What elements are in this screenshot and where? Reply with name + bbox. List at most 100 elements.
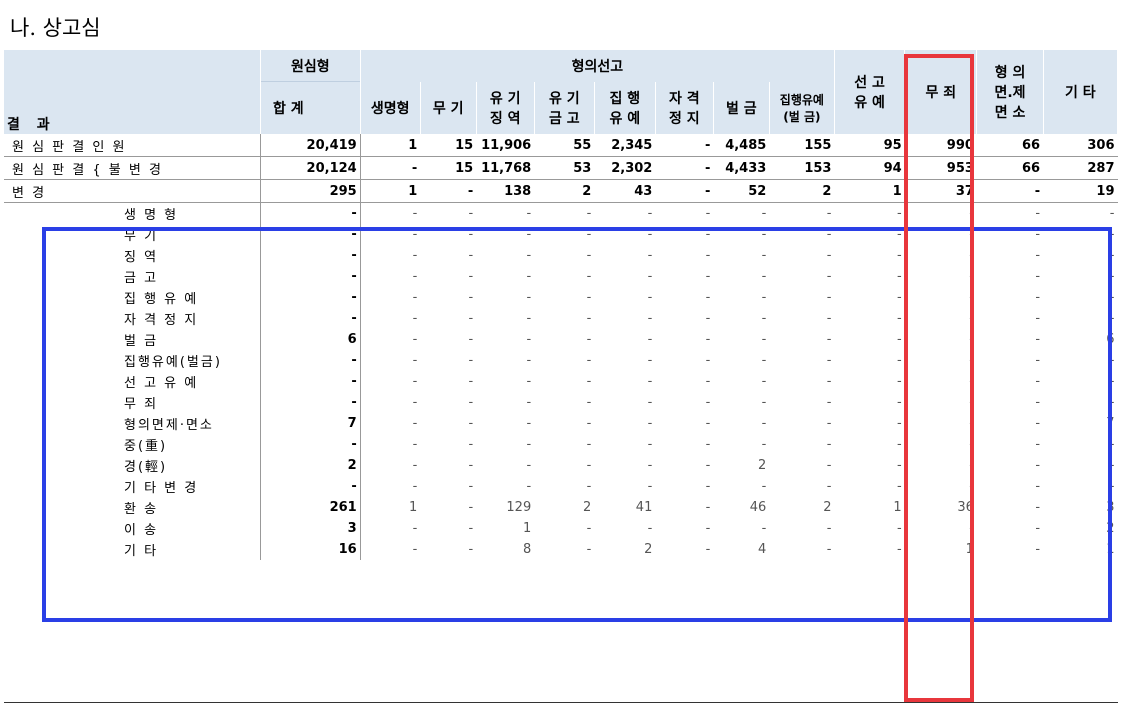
value-cell: 66	[976, 134, 1044, 157]
sentence-group-header: 형의선고	[360, 50, 835, 82]
value-cell: -	[468, 542, 474, 557]
value-cell: -	[969, 458, 974, 473]
row-label: 자 격 정 지	[124, 313, 199, 328]
table-row: 집행유예(벌금) - - - - - - - - - - - - -	[4, 350, 1118, 371]
value-cell: -	[705, 416, 711, 431]
value-cell: -	[468, 374, 474, 389]
value-cell: 94	[834, 156, 905, 180]
value-cell: -	[1035, 416, 1041, 431]
table-row: 무 죄-------------	[4, 392, 1118, 413]
row-label: 환 송	[124, 502, 159, 517]
value-cell: -	[705, 227, 711, 242]
value-cell: -	[826, 290, 832, 305]
value-cell: -	[896, 521, 902, 536]
table-row: 중(重) - - - - - - - - - - - - -	[4, 434, 1118, 455]
value-cell: -	[647, 395, 653, 410]
value-cell: -	[896, 227, 902, 242]
value-cell: -	[586, 332, 592, 347]
value-cell: -	[705, 521, 711, 536]
value-cell: -	[969, 206, 974, 221]
value-cell: -	[969, 269, 974, 284]
row-label: 징 역	[124, 250, 159, 265]
value-cell: -	[969, 416, 974, 431]
value-cell: -	[526, 290, 532, 305]
corner-label: 결 과	[7, 117, 56, 133]
row-label: 이 송	[124, 523, 159, 538]
value-cell: -	[1035, 374, 1041, 389]
value-cell: -	[647, 311, 653, 326]
value-cell: -	[826, 416, 832, 431]
value-cell: -	[468, 332, 474, 347]
value-cell: -	[705, 353, 711, 368]
value-cell: -	[468, 416, 474, 431]
value-cell: -	[412, 542, 418, 557]
value-cell: -	[705, 500, 711, 515]
value-cell: 15	[420, 156, 477, 180]
value-cell: -	[896, 458, 902, 473]
value-cell: -	[1109, 353, 1115, 368]
table-row: 형의면제·면소 7 - - - - - - - - - - - 7	[4, 413, 1118, 434]
value-cell: -	[896, 479, 902, 494]
value-cell: -	[412, 206, 418, 221]
value-cell: 1	[522, 521, 532, 536]
total-cell: 7	[259, 413, 361, 434]
value-cell: -	[586, 437, 592, 452]
row-label: 집 행 유 예	[124, 292, 199, 307]
col-mujoe-header: 무 죄	[904, 50, 978, 134]
value-cell: -	[647, 416, 653, 431]
value-cell: -	[705, 479, 711, 494]
value-cell: -	[1109, 458, 1115, 473]
row-label: 기 타 변 경	[124, 481, 199, 496]
value-cell: 953	[904, 156, 977, 180]
total-cell: -	[259, 392, 361, 413]
total-cell: -	[259, 202, 361, 224]
value-cell: -	[761, 311, 767, 326]
value-cell: -	[1035, 227, 1041, 242]
value-cell: -	[586, 458, 592, 473]
value-cell: -	[826, 227, 832, 242]
value-cell: 2	[823, 500, 832, 515]
total-cell: -	[259, 287, 361, 308]
value-cell: -	[761, 395, 767, 410]
value-cell: -	[761, 332, 767, 347]
value-cell: -	[468, 353, 474, 368]
sentence-col-header: 집 행 유 예	[594, 81, 656, 134]
value-cell: 2,302	[594, 156, 656, 180]
value-cell: -	[1109, 290, 1115, 305]
value-cell: -	[705, 542, 711, 557]
value-cell: -	[468, 395, 474, 410]
value-cell: -	[1035, 542, 1041, 557]
value-cell: -	[826, 311, 832, 326]
value-cell: -	[969, 521, 974, 536]
value-cell: -	[360, 156, 421, 180]
table-row: 자 격 정 지-------------	[4, 308, 1118, 329]
value-cell: -	[896, 206, 902, 221]
wonsim-header: 원심형	[260, 50, 361, 82]
total-cell: 2	[259, 455, 361, 476]
value-cell: -	[976, 179, 1044, 203]
table-row: 금 고-------------	[4, 266, 1118, 287]
value-cell: -	[655, 134, 714, 157]
value-cell: -	[412, 416, 418, 431]
value-cell: -	[526, 479, 532, 494]
value-cell: -	[896, 395, 902, 410]
value-cell: -	[526, 353, 532, 368]
value-cell: -	[761, 353, 767, 368]
value-cell: 1	[834, 179, 905, 203]
value-cell: -	[647, 269, 653, 284]
value-cell: -	[526, 248, 532, 263]
value-cell: -	[1109, 437, 1115, 452]
value-cell: 4,485	[713, 134, 770, 157]
value-cell: -	[1035, 290, 1041, 305]
row-label: 벌 금	[124, 334, 159, 349]
value-cell: -	[412, 353, 418, 368]
value-cell: -	[412, 311, 418, 326]
value-cell: -	[586, 521, 592, 536]
value-cell: -	[526, 374, 532, 389]
value-cell: -	[647, 437, 653, 452]
value-cell: 1	[893, 500, 902, 515]
value-cell: -	[761, 437, 767, 452]
value-cell: -	[526, 206, 532, 221]
table-row: 징 역-------------	[4, 245, 1118, 266]
row-label: 무 기	[124, 229, 159, 244]
